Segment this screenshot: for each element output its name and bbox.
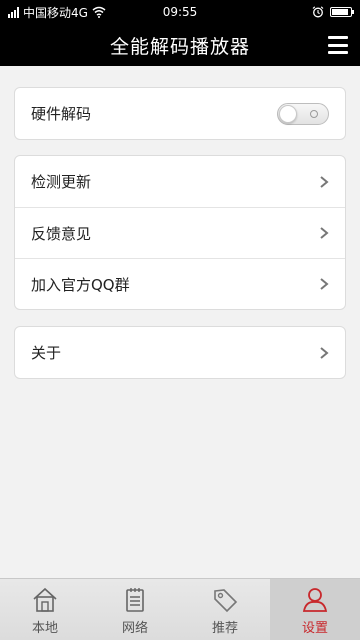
tab-recommend-label: 推荐	[211, 621, 238, 636]
tab-settings-label: 设置	[301, 621, 328, 636]
tag-icon	[214, 589, 238, 613]
hardware-decode-label: 硬件解码	[31, 105, 92, 123]
tab-network-label: 网络	[121, 621, 148, 636]
tab-local[interactable]: 本地	[0, 579, 90, 640]
hardware-decode-row: 硬件解码	[15, 88, 345, 139]
menu-icon[interactable]	[328, 36, 348, 54]
tab-network[interactable]: 网络	[90, 579, 180, 640]
app-header: 全能解码播放器	[0, 24, 360, 66]
feedback-item[interactable]: 反馈意见	[15, 207, 345, 258]
tab-local-label: 本地	[31, 621, 58, 636]
notepad-icon	[126, 588, 144, 612]
settings-content: 硬件解码 检测更新 反馈意见 加入官方QQ群 关于	[0, 66, 360, 578]
hardware-decode-card: 硬件解码	[14, 87, 346, 140]
status-right	[312, 6, 354, 18]
bottom-tab-bar: 本地 网络 推荐 设置	[0, 578, 360, 640]
signal-icon	[8, 6, 19, 18]
join-qq-group-label: 加入官方QQ群	[31, 275, 130, 294]
wifi-icon	[92, 6, 106, 18]
general-settings-card: 检测更新 反馈意见 加入官方QQ群	[14, 155, 346, 310]
join-qq-group-item[interactable]: 加入官方QQ群	[15, 258, 345, 309]
chevron-right-icon	[320, 175, 329, 188]
toggle-off-indicator	[310, 109, 318, 118]
alarm-icon	[312, 6, 324, 18]
check-update-item[interactable]: 检测更新	[15, 156, 345, 207]
battery-icon	[330, 7, 354, 17]
status-left: 中国移动4G	[8, 4, 312, 21]
tab-recommend[interactable]: 推荐	[180, 579, 270, 640]
check-update-label: 检测更新	[31, 173, 92, 191]
user-icon	[302, 588, 328, 612]
chevron-right-icon	[320, 227, 329, 239]
home-icon	[33, 587, 57, 612]
chevron-right-icon	[320, 278, 329, 290]
about-item[interactable]: 关于	[15, 327, 345, 378]
carrier-label: 中国移动4G	[23, 5, 88, 20]
toggle-knob	[279, 104, 297, 123]
chevron-right-icon	[320, 346, 329, 359]
feedback-label: 反馈意见	[31, 224, 92, 243]
tab-settings[interactable]: 设置	[270, 579, 360, 640]
about-label: 关于	[31, 344, 62, 362]
hardware-decode-toggle[interactable]	[277, 102, 329, 125]
app-title: 全能解码播放器	[109, 35, 250, 58]
about-card: 关于	[14, 326, 346, 379]
status-bar: 中国移动4G 09:55	[0, 0, 360, 24]
